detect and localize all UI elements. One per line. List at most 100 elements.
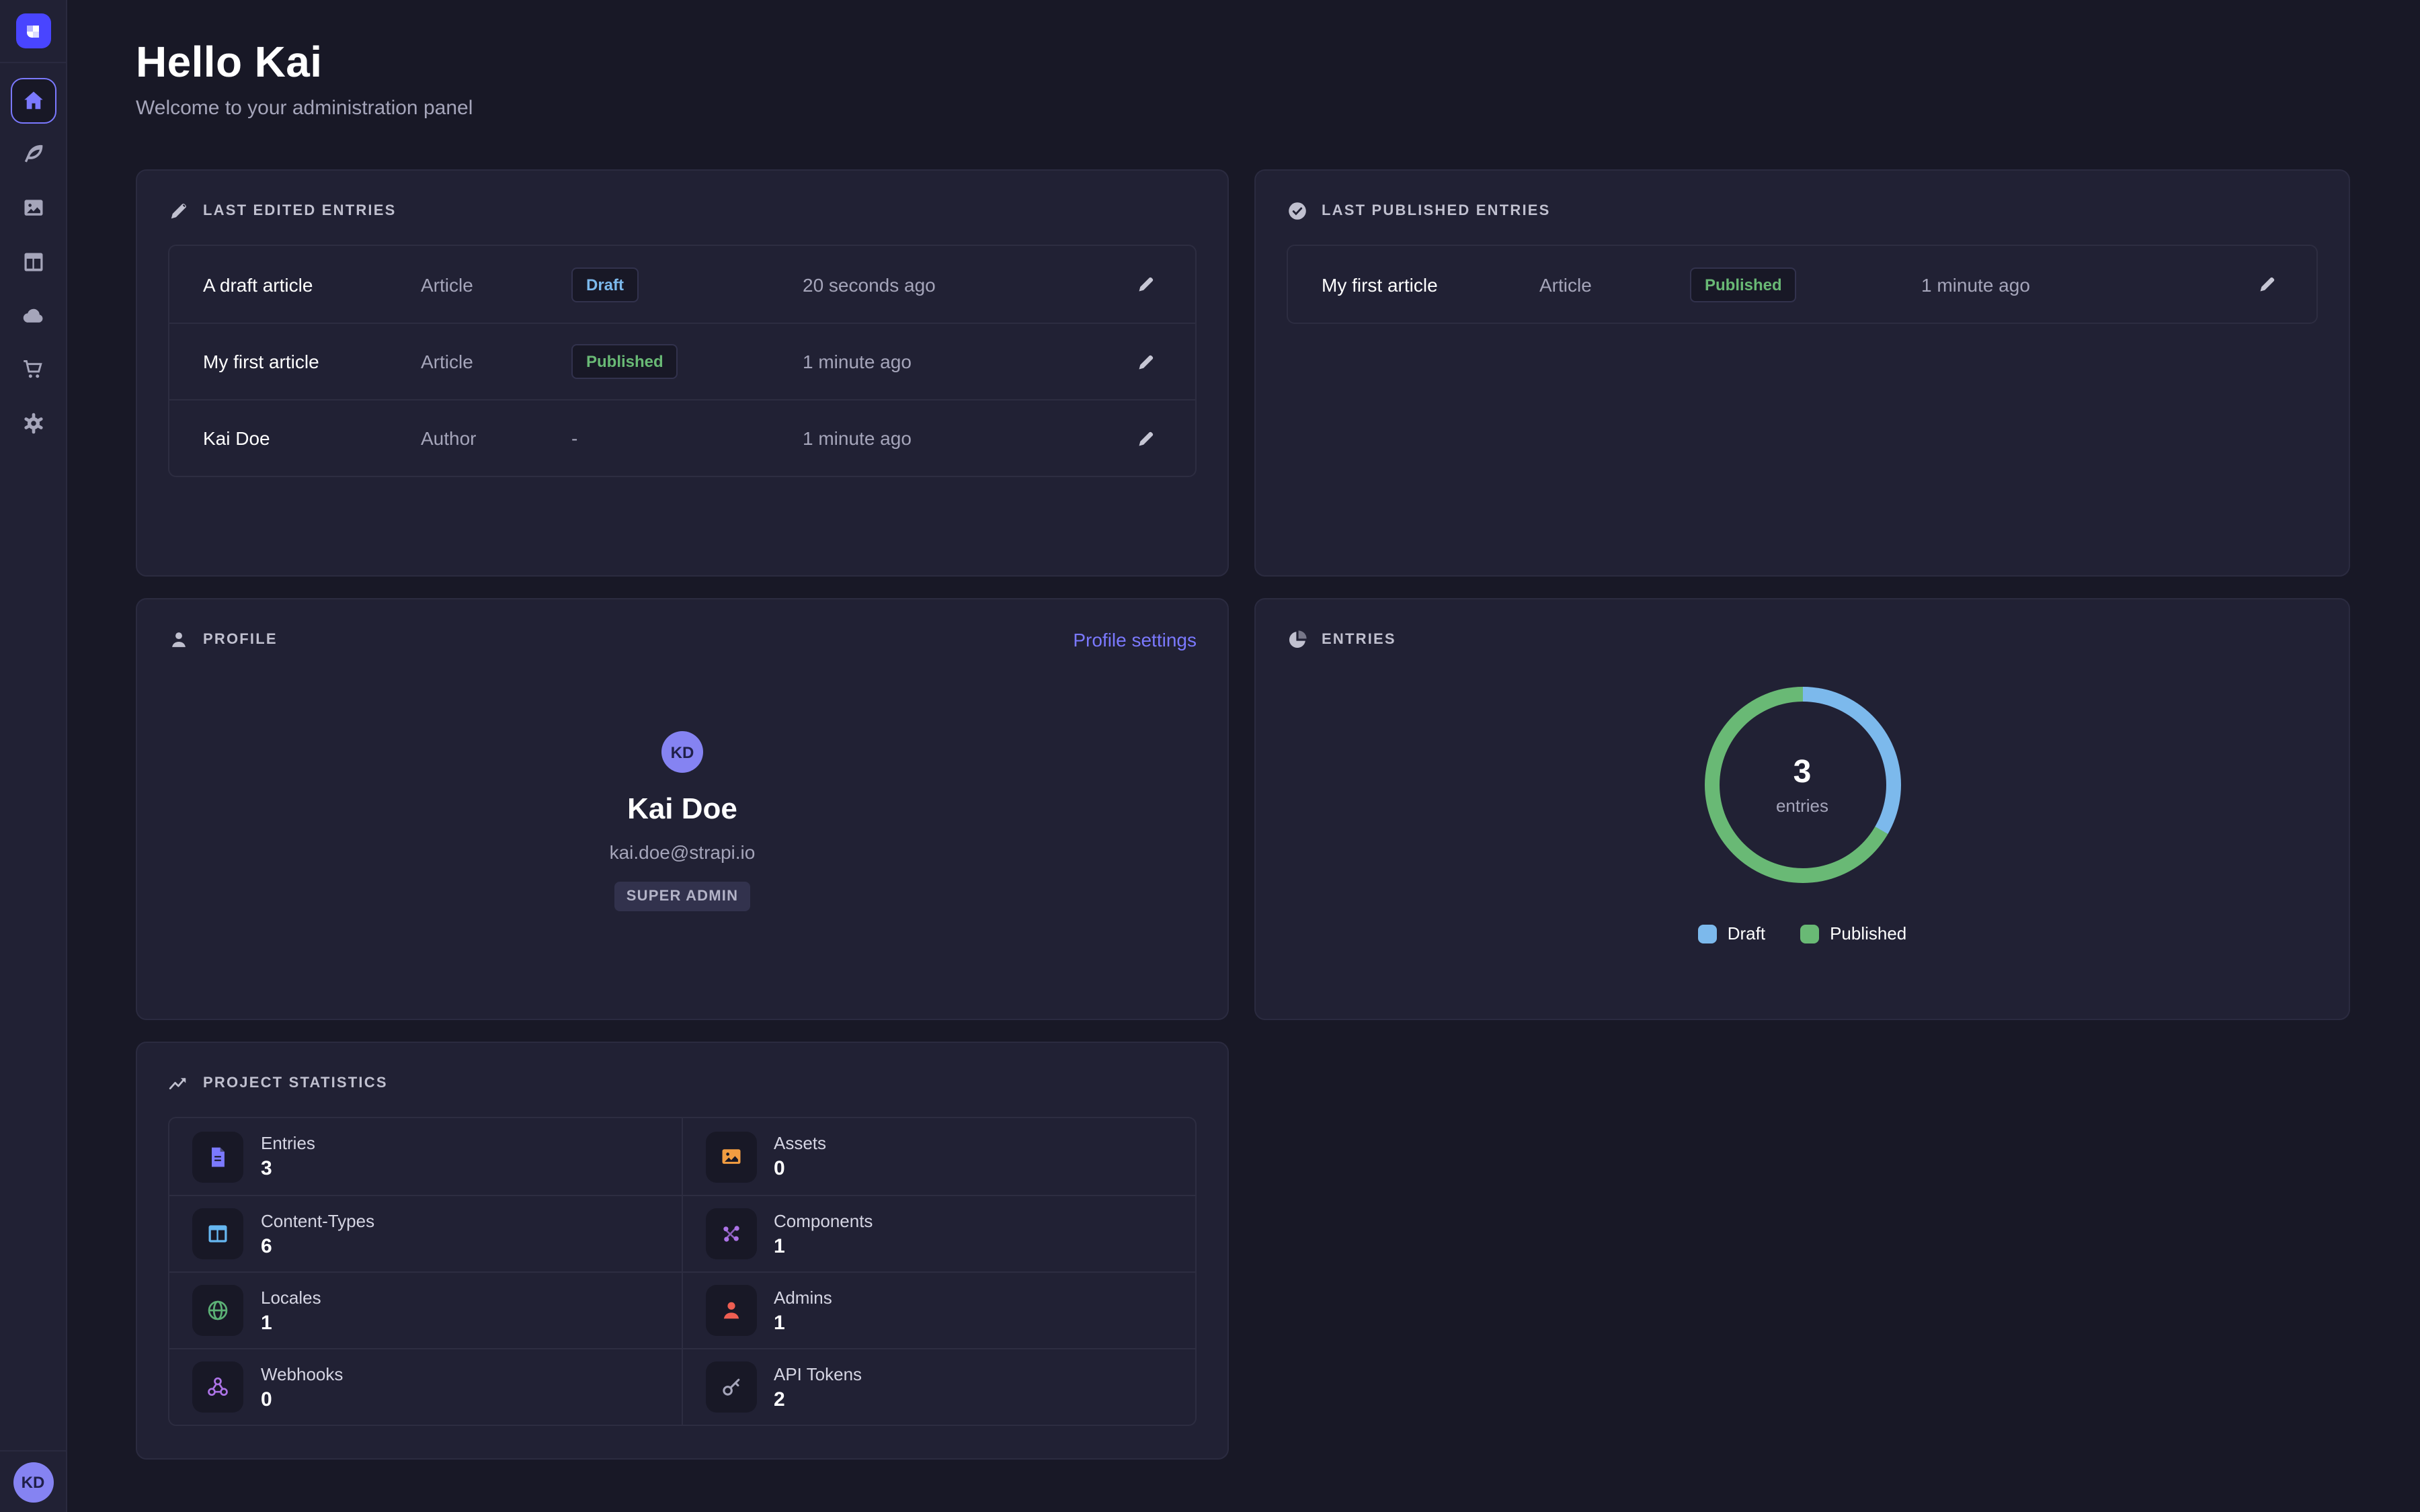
status-badge: Published [571,344,678,379]
profile-email: kai.doe@strapi.io [610,841,756,863]
stat-value: 6 [261,1234,374,1257]
key-icon [719,1375,743,1399]
edit-entry-button[interactable] [1131,423,1162,454]
pencil-icon [1136,274,1156,294]
stat-label: API Tokens [774,1363,862,1384]
webhook-icon [206,1375,230,1399]
media-library-icon [21,196,45,220]
stat-cell: Assets 0 [682,1118,1195,1195]
table-row[interactable]: Kai Doe Author - 1 minute ago [169,399,1195,476]
feather-icon [21,142,45,167]
logo-container [0,0,66,63]
stat-value: 3 [261,1157,315,1180]
trend-up-icon [168,1073,190,1094]
main-content: Hello Kai Welcome to your administration… [67,0,2420,1512]
stat-cell: Entries 3 [169,1118,682,1195]
pencil-icon [2257,274,2277,294]
chart-legend: Draft Published [1698,923,1907,943]
edit-entry-button[interactable] [1131,269,1162,300]
admin-user-icon [719,1298,743,1322]
edit-entry-button[interactable] [1131,346,1162,377]
sidebar-item-cloud[interactable] [10,293,56,339]
last-published-table: My first article Article Published 1 min… [1287,245,2318,324]
globe-icon [206,1298,230,1322]
donut-caption: entries [1776,796,1828,816]
cloud-icon [21,304,45,328]
legend-swatch-published [1800,924,1819,943]
donut-total: 3 [1793,754,1812,792]
pencil-icon [168,200,190,222]
sidebar-footer: KD [0,1450,66,1512]
puzzle-icon [719,1222,743,1246]
sidebar-item-content-manager[interactable] [10,132,56,177]
stat-value: 2 [774,1388,862,1411]
user-avatar[interactable]: KD [13,1462,53,1502]
pencil-icon [1136,351,1156,372]
stat-cell: Locales 1 [169,1271,682,1348]
pencil-icon [1136,428,1156,448]
table-row[interactable]: My first article Article Published 1 min… [1288,246,2316,323]
edit-entry-button[interactable] [2252,269,2283,300]
stat-label: Admins [774,1287,832,1307]
app-window: KD Hello Kai Welcome to your administrat… [0,0,2420,1512]
strapi-logo[interactable] [15,13,50,48]
card-title: PROFILE [203,632,278,648]
home-icon [21,89,45,113]
table-row[interactable]: My first article Article Published 1 min… [169,323,1195,399]
widget-grid: LAST EDITED ENTRIES A draft article Arti… [136,169,2350,1460]
sidebar-item-marketplace[interactable] [10,347,56,392]
legend-swatch-draft [1698,924,1717,943]
profile-card: PROFILE Profile settings KD Kai Doe kai.… [136,598,1229,1020]
card-title: LAST EDITED ENTRIES [203,203,397,219]
stat-label: Locales [261,1287,321,1307]
stat-value: 1 [774,1234,873,1257]
stat-cell: Components 1 [682,1195,1195,1271]
profile-settings-link[interactable]: Profile settings [1073,629,1197,650]
entries-card: ENTRIES 3 entries Draft [1254,598,2350,1020]
stat-cell: Admins 1 [682,1271,1195,1348]
role-badge: SUPER ADMIN [614,882,750,911]
content-type-builder-icon [21,250,45,274]
pie-chart-icon [1287,629,1308,650]
profile-name: Kai Doe [627,792,737,827]
stat-value: 0 [261,1388,343,1411]
sidebar: KD [0,0,67,1512]
stat-value: 0 [774,1157,826,1180]
sidebar-item-settings[interactable] [10,401,56,446]
table-row[interactable]: A draft article Article Draft 20 seconds… [169,246,1195,323]
layout-icon [206,1222,230,1246]
marketplace-cart-icon [21,358,45,382]
stat-label: Assets [774,1133,826,1153]
sidebar-nav [0,63,66,1450]
stat-label: Content-Types [261,1210,374,1230]
last-edited-table: A draft article Article Draft 20 seconds… [168,245,1197,477]
legend-label: Published [1830,923,1906,943]
image-icon [719,1144,743,1169]
stat-label: Entries [261,1133,315,1153]
stat-cell: API Tokens 2 [682,1348,1195,1425]
sidebar-item-home[interactable] [10,78,56,124]
stat-cell: Content-Types 6 [169,1195,682,1271]
user-icon [168,629,190,650]
status-badge: Draft [571,267,639,302]
legend-label: Draft [1728,923,1765,943]
page-title: Hello Kai [136,38,2350,87]
document-icon [206,1144,230,1169]
stat-value: 1 [261,1311,321,1334]
stats-table: Entries 3 Assets 0 [168,1117,1197,1426]
card-title: PROJECT STATISTICS [203,1075,388,1091]
stat-value: 1 [774,1311,832,1334]
last-published-entries-card: LAST PUBLISHED ENTRIES My first article … [1254,169,2350,577]
status-badge: Published [1690,267,1797,302]
sidebar-item-media-library[interactable] [10,185,56,231]
card-title: LAST PUBLISHED ENTRIES [1322,203,1551,219]
check-circle-icon [1287,200,1308,222]
page-header: Hello Kai Welcome to your administration… [136,38,2350,120]
profile-avatar: KD [661,731,703,773]
project-statistics-card: PROJECT STATISTICS Entries 3 [136,1042,1229,1460]
last-edited-entries-card: LAST EDITED ENTRIES A draft article Arti… [136,169,1229,577]
stat-label: Components [774,1210,873,1230]
sidebar-item-content-type-builder[interactable] [10,239,56,285]
status-empty: - [571,427,803,449]
stat-label: Webhooks [261,1363,343,1384]
